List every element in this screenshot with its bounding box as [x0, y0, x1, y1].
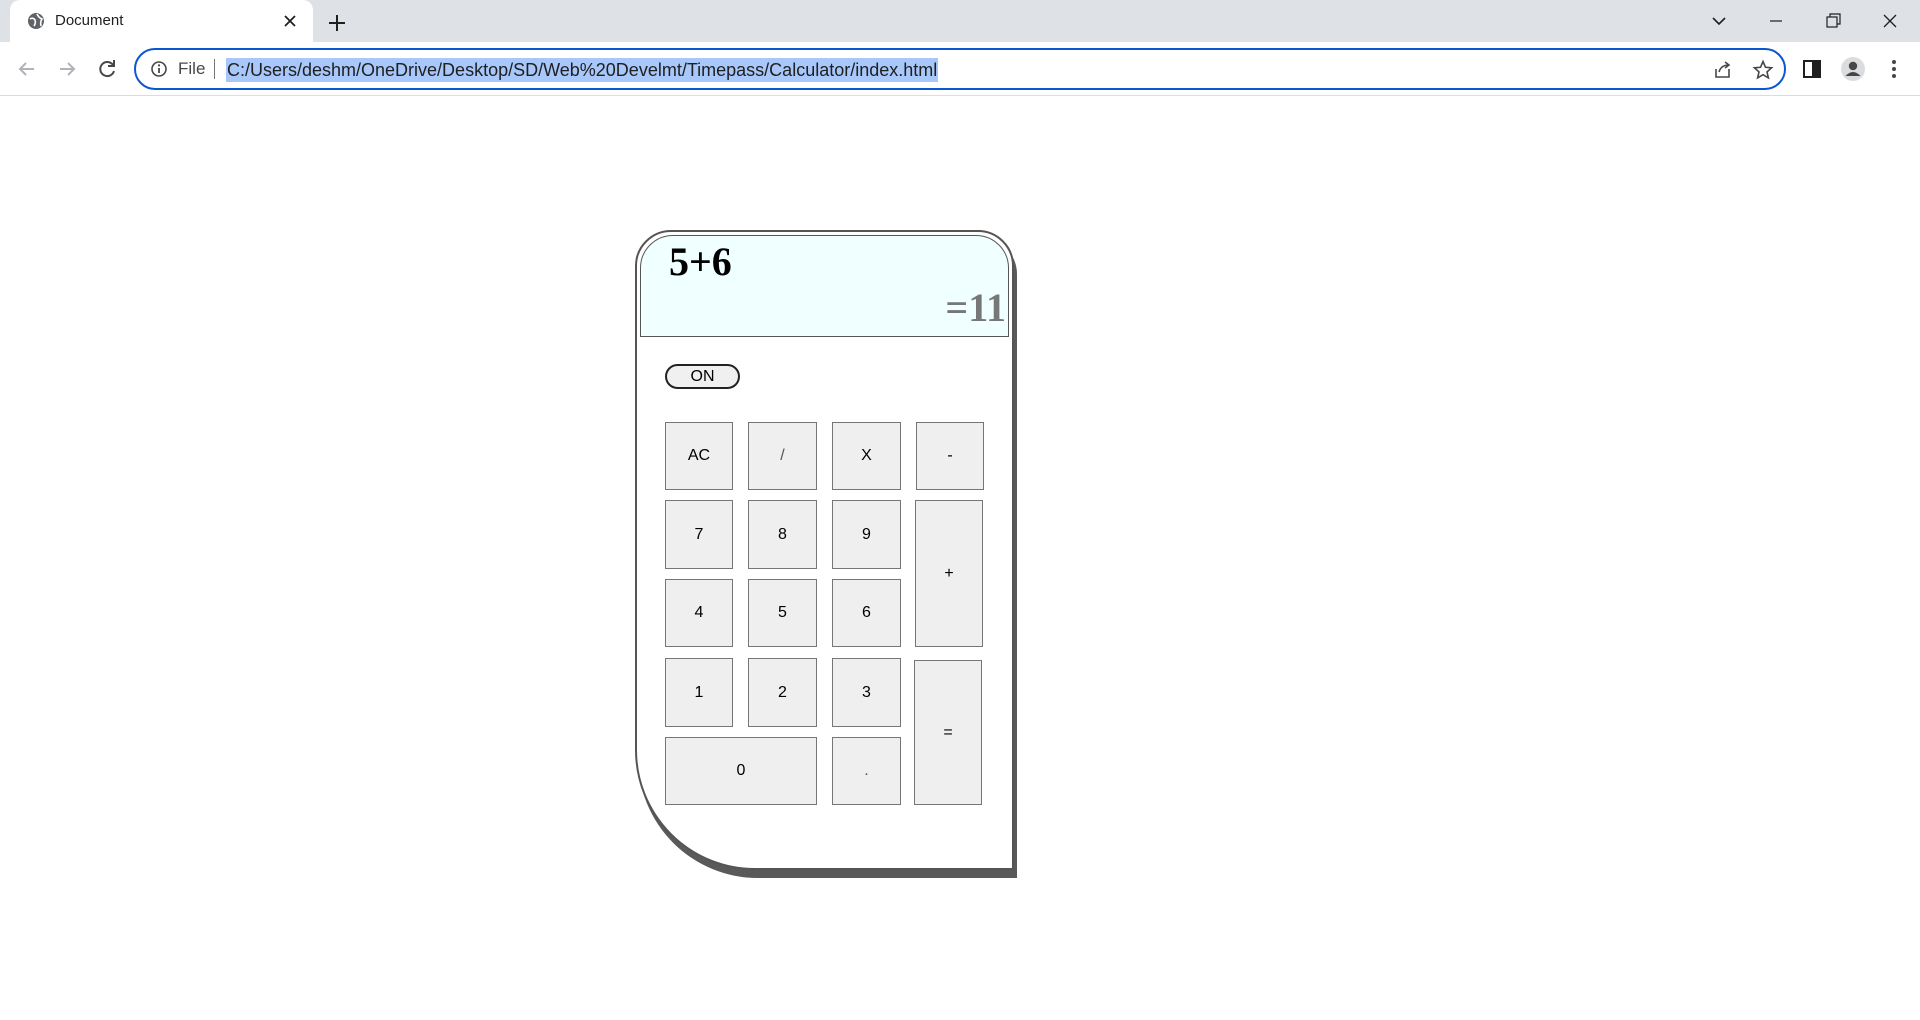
url-text[interactable]: C:/Users/deshm/OneDrive/Desktop/SD/Web%2…: [226, 58, 939, 82]
tab-search-icon[interactable]: [1705, 7, 1733, 35]
tab-strip: Document: [0, 0, 1920, 42]
menu-icon[interactable]: [1880, 55, 1908, 83]
digit-7-button[interactable]: 7: [665, 500, 733, 569]
tab-title: Document: [55, 12, 124, 29]
plus-icon[interactable]: [325, 11, 349, 35]
close-icon[interactable]: [1876, 7, 1904, 35]
side-panel-icon[interactable]: [1798, 55, 1826, 83]
multiply-button[interactable]: X: [832, 422, 901, 490]
digit-5-button[interactable]: 5: [748, 579, 817, 647]
restore-icon[interactable]: [1819, 7, 1847, 35]
expression-text: 5+6: [669, 239, 732, 284]
minus-button[interactable]: -: [916, 422, 984, 490]
decimal-button[interactable]: .: [832, 737, 901, 805]
digit-9-button[interactable]: 9: [832, 500, 901, 569]
close-icon[interactable]: [280, 11, 300, 31]
digit-1-button[interactable]: 1: [665, 658, 733, 727]
digit-6-button[interactable]: 6: [832, 579, 901, 647]
digit-8-button[interactable]: 8: [748, 500, 817, 569]
equals-button[interactable]: =: [914, 660, 982, 805]
calculator-display: 5+6 =11: [640, 235, 1009, 337]
minimize-icon[interactable]: [1762, 7, 1790, 35]
divide-button[interactable]: /: [748, 422, 817, 490]
share-icon[interactable]: [1712, 59, 1734, 81]
profile-icon[interactable]: [1839, 55, 1867, 83]
digit-0-button[interactable]: 0: [665, 737, 817, 805]
security-label: File: [178, 59, 206, 78]
browser-toolbar: File C:/Users/deshm/OneDrive/Desktop/SD/…: [0, 42, 1920, 96]
back-icon[interactable]: [13, 55, 41, 83]
info-icon[interactable]: [150, 60, 168, 78]
result-text: =11: [945, 285, 1006, 330]
digit-4-button[interactable]: 4: [665, 579, 733, 647]
forward-icon[interactable]: [53, 55, 81, 83]
ac-button[interactable]: AC: [665, 422, 733, 490]
calculator: 5+6 =11 ON AC / X - 7 8 9 + 4 5 6 1 2 3 …: [635, 230, 1014, 870]
plus-button[interactable]: +: [915, 500, 983, 647]
bookmark-star-icon[interactable]: [1752, 59, 1774, 81]
divider: [214, 59, 215, 79]
digit-3-button[interactable]: 3: [832, 658, 901, 727]
address-bar[interactable]: File C:/Users/deshm/OneDrive/Desktop/SD/…: [134, 48, 1786, 90]
reload-icon[interactable]: [93, 55, 121, 83]
digit-2-button[interactable]: 2: [748, 658, 817, 727]
globe-icon: [28, 13, 44, 29]
browser-tab[interactable]: Document: [10, 0, 313, 42]
on-button[interactable]: ON: [665, 364, 740, 389]
